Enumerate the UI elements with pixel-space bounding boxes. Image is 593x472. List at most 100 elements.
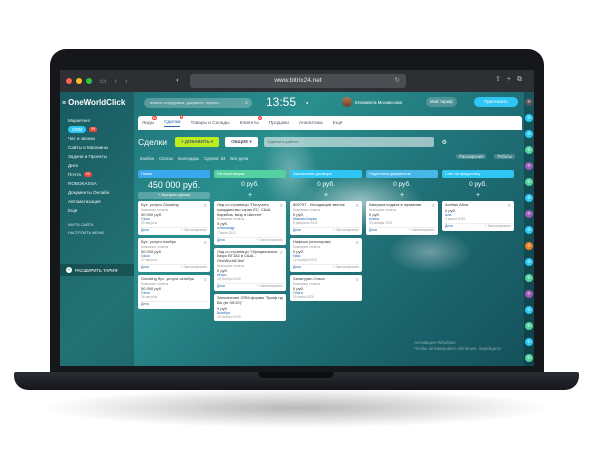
sidebar-item-9[interactable]: Автоматизация [68, 197, 132, 206]
card-activities-link[interactable]: Дела [217, 238, 225, 243]
maximize-window-icon[interactable] [86, 78, 92, 84]
contact-icon[interactable]: ✆ [525, 274, 533, 282]
view-tab[interactable]: Список [159, 156, 173, 161]
sidebar-item-3[interactable]: Сайты и Магазины [68, 143, 132, 152]
phone-icon[interactable]: ✆ [508, 203, 511, 208]
phone-icon[interactable]: ✆ [204, 277, 207, 282]
sidebar-item-7[interactable]: ROBOKASSA [68, 179, 132, 188]
contact-icon[interactable]: ✆ [525, 194, 533, 202]
contact-icon[interactable]: ✆ [525, 178, 533, 186]
card-activities-link[interactable]: Дела [141, 265, 149, 270]
phone-icon[interactable]: ✆ [356, 240, 359, 245]
deal-card[interactable]: ✆ Заполнение CRM-формы "Бриф на ВА (вт 09… [214, 294, 286, 321]
deal-card[interactable]: ✆ Avetian Alina 0 руб. Ала 4 марта 2020 Дела +… [442, 201, 514, 231]
schedule-link[interactable]: + Запланировать [333, 228, 359, 233]
tab-0[interactable]: Лиды 99 [142, 115, 158, 126]
contact-icon[interactable]: ✆ [525, 114, 533, 122]
sidebar-item-4[interactable]: Задачи и Проекты [68, 152, 132, 161]
general-funnel-button[interactable]: ОБЩИЕ ▾ [225, 137, 258, 147]
sidebar-toggle-icon[interactable]: ▭ [100, 77, 107, 85]
deal-card[interactable]: ✆ Нафиса (инстаграм) Компания оплаты 0 руб.… [290, 238, 362, 272]
card-activities-link[interactable]: Дела [445, 224, 453, 229]
add-deal-button[interactable]: + ДОБАВИТЬ ▾ [174, 137, 220, 147]
tab-3[interactable]: Клиенты 2 [240, 115, 262, 126]
contact-icon[interactable]: ✆ [525, 210, 533, 218]
view-action-button[interactable]: Расширения [456, 154, 487, 159]
sidebar-item-8[interactable]: Документы Онлайн [68, 188, 132, 197]
card-activities-link[interactable]: Дела [293, 228, 301, 233]
column-header[interactable]: Новая [138, 170, 210, 178]
card-activities-link[interactable]: Дела [293, 265, 301, 270]
add-card-icon[interactable]: + [290, 192, 362, 199]
view-tab[interactable]: Календарь [178, 156, 199, 161]
contact-icon[interactable]: ✆ [525, 322, 533, 330]
contact-icon[interactable]: ✆ [525, 130, 533, 138]
close-window-icon[interactable] [66, 78, 72, 84]
app-logo[interactable]: ≡ OneWorldClick [62, 98, 125, 107]
tab-4[interactable]: Продажи [269, 121, 289, 126]
card-activities-link[interactable]: Дела [141, 228, 149, 233]
card-activities-link[interactable]: Дела [141, 302, 149, 307]
deal-card[interactable]: ✆ Лид со страницы "Получить гражданство с… [214, 201, 286, 245]
sidebar-item-6[interactable]: Почта 22 [68, 170, 132, 179]
tab-5[interactable]: Аналитика [299, 121, 323, 126]
schedule-link[interactable]: + Запланировать [485, 224, 511, 229]
schedule-link[interactable]: + Запланировать [333, 265, 359, 270]
deal-card[interactable]: ✆ Лид со страницы "Официальное Бюро ВТ182… [214, 247, 286, 292]
sidebar-item-10[interactable]: Ещё [68, 206, 132, 215]
phone-icon[interactable]: ✆ [204, 203, 207, 208]
sidebar-small-link[interactable]: НАСТРОИТЬ МЕНЮ [68, 229, 132, 237]
column-header[interactable]: Подготовка документов [366, 170, 438, 178]
column-header[interactable]: Счёт на предоплату [442, 170, 514, 178]
contact-icon[interactable]: ✆ [525, 354, 533, 362]
back-icon[interactable]: ‹ [115, 78, 117, 85]
phone-icon[interactable]: ✆ [280, 250, 283, 255]
sidebar-item-1[interactable]: CRM 99 [68, 125, 132, 134]
minimize-window-icon[interactable] [76, 78, 82, 84]
deal-card[interactable]: ✆ Хачатурян Ольга Компания оплаты 0 руб. Оль… [290, 275, 362, 301]
tab-1[interactable]: Сделки 6 [164, 114, 184, 127]
deal-card[interactable]: ✆ Америка подача в германии Компания оплат… [366, 201, 438, 235]
card-activities-link[interactable]: Дела [217, 284, 225, 289]
browser-actions[interactable]: ⇧+⧉ [495, 75, 528, 84]
phone-icon[interactable]: ✆ [432, 203, 435, 208]
forward-icon[interactable]: › [125, 78, 127, 85]
contact-icon[interactable]: ✆ [525, 290, 533, 298]
schedule-link[interactable]: + Запланировать [181, 265, 207, 270]
deal-card[interactable]: ✆ Glooking бух. услуги октябрь Компания оп… [138, 275, 210, 309]
address-bar[interactable]: ◐ www.bitrix24.net ↻ [176, 74, 406, 88]
schedule-link[interactable]: + Запланировать [257, 284, 283, 289]
sidebar-item-0[interactable]: Маркетинг [68, 116, 132, 125]
contact-icon[interactable]: ✆ [525, 338, 533, 346]
schedule-link[interactable]: + Запланировать [181, 228, 207, 233]
deal-card[interactable]: ✆ Бух. услуги Glooking Компания оплаты 30 0… [138, 201, 210, 235]
schedule-link[interactable]: + Запланировать [257, 238, 283, 243]
phone-icon[interactable]: ✆ [280, 296, 283, 301]
phone-icon[interactable]: ✆ [356, 277, 359, 282]
deal-card[interactable]: ✆ Бух. услуги ноябрь Компания оплаты 50 000… [138, 238, 210, 272]
contact-icon[interactable]: ✆ [525, 98, 533, 106]
contact-icon[interactable]: ✆ [525, 242, 533, 250]
column-header[interactable]: Заключение договора [290, 170, 362, 178]
phone-icon[interactable]: ✆ [204, 240, 207, 245]
add-card-icon[interactable]: + [442, 192, 514, 199]
gear-icon[interactable]: ⚙ [442, 139, 447, 146]
add-card-icon[interactable]: + [366, 192, 438, 199]
sidebar-item-5[interactable]: Диск [68, 161, 132, 170]
expand-tariff-button[interactable]: + РАСШИРИТЬ ТАРИФ [60, 264, 134, 276]
contact-icon[interactable]: ✆ [525, 162, 533, 170]
tab-6[interactable]: Ещё [333, 121, 343, 126]
phone-icon[interactable]: ✆ [356, 203, 359, 208]
schedule-link[interactable]: + Запланировать [409, 228, 435, 233]
contact-icon[interactable]: ✆ [525, 146, 533, 154]
tab-2[interactable]: Товары и Склады [190, 121, 229, 126]
search-input[interactable]: искать сотрудника, документ, прочее... ⌕ [144, 98, 252, 108]
deal-card[interactable]: ✆ 800797 - Исходящий звонок Компания оплат… [290, 201, 362, 235]
user-menu[interactable]: Елизавета Москвесова [342, 97, 402, 107]
add-card-icon[interactable]: + [214, 192, 286, 199]
sidebar-item-2[interactable]: Чат и звонки [68, 134, 132, 143]
sidebar-small-link[interactable]: КАРТА САЙТА [68, 221, 132, 229]
contact-icon[interactable]: ✆ [525, 226, 533, 234]
contact-icon[interactable]: ✆ [525, 306, 533, 314]
view-tab[interactable]: Канбан [140, 156, 154, 161]
